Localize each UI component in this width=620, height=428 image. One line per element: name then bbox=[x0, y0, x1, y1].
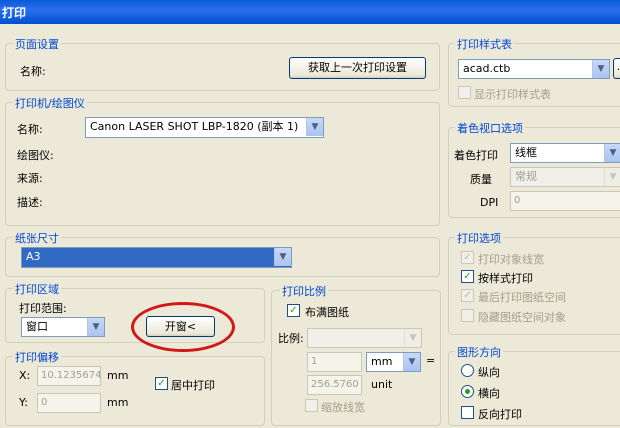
scale-lineweights-checkbox[interactable] bbox=[305, 399, 318, 412]
window-title: 打印 bbox=[2, 6, 27, 20]
shade-plot-value: 线框 bbox=[515, 146, 537, 159]
plot-style-table-select[interactable]: acad.ctb ▼ bbox=[458, 59, 610, 79]
offset-y-label: Y: bbox=[19, 396, 28, 409]
landscape-label: 横向 bbox=[478, 387, 500, 400]
portrait-label: 纵向 bbox=[478, 366, 500, 379]
portrait-radio[interactable] bbox=[461, 364, 474, 377]
shade-plot-select[interactable]: 线框 ▼ bbox=[510, 143, 620, 163]
chevron-down-icon[interactable]: ▼ bbox=[404, 329, 421, 347]
chevron-down-icon[interactable]: ▼ bbox=[604, 168, 620, 186]
scale-lineweights-label: 缩放线宽 bbox=[321, 401, 365, 414]
plot-range-value: 窗口 bbox=[26, 320, 48, 333]
chevron-down-icon[interactable]: ▼ bbox=[403, 353, 420, 371]
load-previous-setup-button[interactable]: 获取上一次打印设置 bbox=[289, 57, 426, 79]
chevron-down-icon[interactable]: ▼ bbox=[87, 318, 104, 336]
red-highlight-circle bbox=[131, 302, 235, 352]
display-styles-label: 显示打印样式表 bbox=[474, 88, 551, 101]
offset-y-input[interactable]: 0 bbox=[37, 393, 101, 413]
plot-area-title: 打印区域 bbox=[13, 281, 61, 297]
page-setup-title: 页面设置 bbox=[13, 36, 61, 52]
offset-y-unit: mm bbox=[107, 396, 129, 409]
offset-x-label: X: bbox=[19, 369, 31, 382]
shaded-viewport-title: 着色视口选项 bbox=[455, 120, 525, 136]
paper-size-select[interactable]: A3 ▼ bbox=[21, 247, 292, 268]
offset-x-input[interactable]: 10.1235674 bbox=[37, 366, 101, 386]
display-styles-checkbox[interactable] bbox=[458, 86, 471, 99]
plot-lineweights-checkbox[interactable]: ✓ bbox=[461, 251, 474, 264]
quality-label: 质量 bbox=[470, 173, 492, 186]
plot-style-table-value: acad.ctb bbox=[463, 62, 511, 75]
plot-lineweights-label: 打印对象线宽 bbox=[478, 253, 544, 266]
plot-offset-title: 打印偏移 bbox=[13, 349, 61, 365]
fit-to-paper-label: 布满图纸 bbox=[305, 306, 349, 319]
printer-name-select[interactable]: Canon LASER SHOT LBP-1820 (副本 1) ▼ bbox=[85, 117, 324, 138]
upside-down-label: 反向打印 bbox=[478, 408, 522, 421]
printer-name-value: Canon LASER SHOT LBP-1820 (副本 1) bbox=[90, 120, 299, 133]
plot-with-styles-checkbox[interactable]: ✓ bbox=[461, 270, 474, 283]
shade-plot-label: 着色打印 bbox=[454, 149, 498, 162]
dpi-input[interactable]: 0 bbox=[510, 191, 620, 211]
hide-paperspace-label: 隐藏图纸空间对象 bbox=[478, 311, 566, 324]
plot-scale-title: 打印比例 bbox=[280, 283, 328, 299]
printer-title: 打印机/绘图仪 bbox=[13, 95, 87, 111]
plot-paperspace-last-checkbox[interactable]: ✓ bbox=[461, 289, 474, 302]
description-label: 描述: bbox=[17, 196, 43, 209]
edit-style-button[interactable]: ... bbox=[613, 58, 620, 79]
scale-unit-select[interactable]: mm ▼ bbox=[366, 352, 421, 372]
center-plot-checkbox[interactable]: ✓ bbox=[155, 377, 168, 390]
scale-select[interactable]: ▼ bbox=[307, 328, 422, 348]
scale-equals: = bbox=[426, 354, 436, 367]
plot-style-table-title: 打印样式表 bbox=[455, 36, 514, 52]
plot-range-label: 打印范围: bbox=[19, 302, 67, 315]
scale-unit-value: mm bbox=[371, 355, 393, 368]
page-setup-name-label: 名称: bbox=[20, 65, 46, 78]
chevron-down-icon[interactable]: ▼ bbox=[592, 60, 609, 78]
fit-to-paper-checkbox[interactable]: ✓ bbox=[287, 304, 300, 317]
hide-paperspace-checkbox[interactable] bbox=[461, 309, 474, 322]
scale-label: 比例: bbox=[278, 332, 304, 345]
paper-size-title: 纸张尺寸 bbox=[13, 230, 61, 246]
radio-selected-dot bbox=[465, 389, 470, 394]
chevron-down-icon[interactable]: ▼ bbox=[604, 144, 620, 162]
center-plot-label: 居中打印 bbox=[171, 379, 215, 392]
offset-x-unit: mm bbox=[107, 369, 129, 382]
dpi-label: DPI bbox=[480, 196, 499, 209]
upside-down-checkbox[interactable] bbox=[461, 406, 474, 419]
paper-size-value: A3 bbox=[26, 250, 41, 263]
plot-range-select[interactable]: 窗口 ▼ bbox=[21, 317, 105, 337]
window-title-bar: 打印 bbox=[0, 0, 620, 24]
printer-name-label: 名称: bbox=[17, 123, 43, 136]
plot-options-title: 打印选项 bbox=[455, 230, 503, 246]
chevron-down-icon[interactable]: ▼ bbox=[306, 118, 323, 136]
plot-with-styles-label: 按样式打印 bbox=[478, 272, 533, 285]
scale-value1-input[interactable]: 1 bbox=[307, 352, 362, 372]
chevron-down-icon[interactable]: ▼ bbox=[274, 248, 291, 266]
scale-unit-label: unit bbox=[371, 378, 393, 391]
scale-value2-input[interactable]: 256.5760 bbox=[307, 375, 362, 395]
quality-value: 常规 bbox=[515, 170, 537, 183]
orientation-title: 图形方向 bbox=[455, 344, 503, 360]
plot-paperspace-last-label: 最后打印图纸空间 bbox=[478, 291, 566, 304]
landscape-radio[interactable] bbox=[461, 385, 474, 398]
plotter-label: 绘图仪: bbox=[17, 149, 54, 162]
quality-select[interactable]: 常规 ▼ bbox=[510, 167, 620, 187]
location-label: 来源: bbox=[17, 172, 43, 185]
